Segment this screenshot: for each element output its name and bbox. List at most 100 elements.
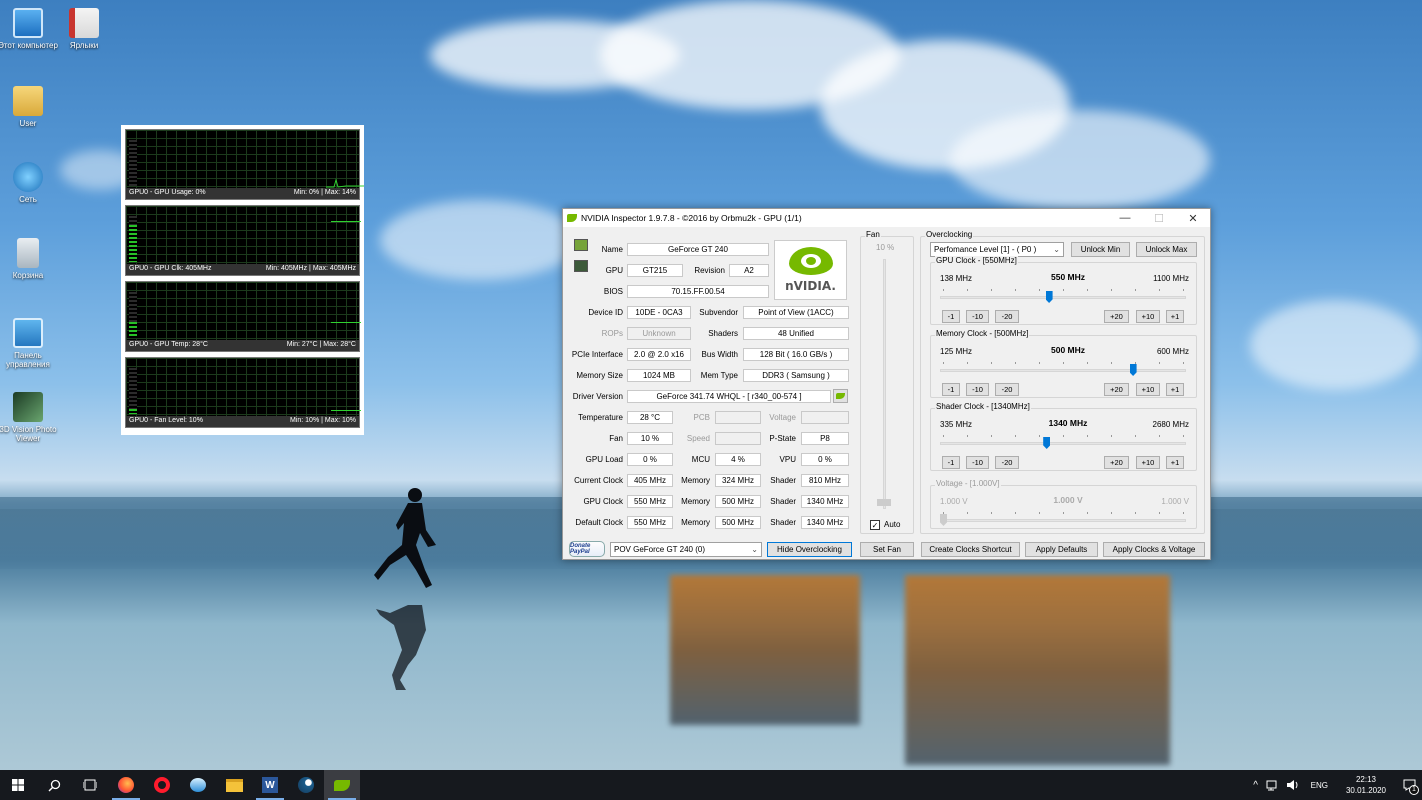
step-button-plus10[interactable]: +10 — [1136, 383, 1160, 396]
step-button-plus10[interactable]: +10 — [1136, 310, 1160, 323]
messenger-taskbar-item[interactable] — [180, 770, 216, 800]
slider-tick — [1183, 362, 1184, 364]
step-button-plus10[interactable]: +10 — [1136, 456, 1160, 469]
network-status-icon[interactable] — [1266, 779, 1280, 791]
apply-defaults-button[interactable]: Apply Defaults — [1025, 542, 1098, 557]
slider-tick — [943, 512, 944, 514]
slider-tick — [1087, 512, 1088, 514]
step-button-minus10[interactable]: -10 — [966, 383, 989, 396]
step-button-minus1[interactable]: -1 — [942, 383, 960, 396]
set-fan-button[interactable]: Set Fan — [860, 542, 914, 557]
sensor-icon[interactable] — [574, 260, 588, 272]
step-button-minus20[interactable]: -20 — [995, 383, 1019, 396]
action-center-button[interactable]: 1 — [1396, 770, 1422, 800]
search-button[interactable] — [36, 770, 72, 800]
bios-field: 70.15.FF.00.54 — [627, 285, 769, 298]
slider-min-label: 125 MHz — [940, 347, 973, 356]
step-button-plus1[interactable]: +1 — [1166, 456, 1184, 469]
title-bar[interactable]: NVIDIA Inspector 1.9.7.8 - ©2016 by Orbm… — [563, 209, 1210, 227]
slider-tick — [943, 362, 944, 364]
default-shader-field: 1340 MHz — [801, 516, 849, 529]
nvidia-inspector-window: NVIDIA Inspector 1.9.7.8 - ©2016 by Orbm… — [562, 208, 1211, 560]
fan-group — [860, 236, 914, 534]
step-button-minus20[interactable]: -20 — [995, 310, 1019, 323]
word-taskbar-item[interactable]: W — [252, 770, 288, 800]
step-button-plus1[interactable]: +1 — [1166, 383, 1184, 396]
pstate-field: P8 — [801, 432, 849, 445]
temperature-field: 28 °C — [627, 411, 673, 424]
slider-tick — [1111, 289, 1112, 291]
slider-value-label: 550 MHz — [1050, 272, 1085, 282]
paypal-donate-button[interactable]: Donate PayPal — [569, 541, 605, 557]
slider-tick — [1183, 435, 1184, 437]
slider-tick — [1111, 512, 1112, 514]
slider-value-label: 1.000 V — [1053, 495, 1083, 505]
step-button-minus10[interactable]: -10 — [966, 456, 989, 469]
desktop-icon-recycle-bin[interactable]: Корзина — [0, 238, 58, 280]
step-button-minus20[interactable]: -20 — [995, 456, 1019, 469]
slider-tick — [1135, 512, 1136, 514]
explorer-taskbar-item[interactable] — [216, 770, 252, 800]
nvidia-inspector-taskbar-item[interactable] — [324, 770, 360, 800]
firefox-taskbar-item[interactable] — [108, 770, 144, 800]
minimize-button[interactable]: — — [1108, 209, 1142, 227]
unlock-min-button[interactable]: Unlock Min — [1071, 242, 1130, 257]
gpu-monitor-gadget: GPU0 - GPU Usage: 0% Min: 0% | Max: 14% G… — [121, 125, 364, 435]
gpu-select[interactable]: POV GeForce GT 240 (0) ⌄ — [610, 542, 762, 557]
nvidia-logo: nVIDIA. — [774, 240, 847, 300]
search-icon — [48, 779, 60, 791]
volume-icon[interactable] — [1286, 779, 1300, 791]
recycle-bin-icon — [17, 238, 39, 268]
step-button-plus20[interactable]: +20 — [1104, 383, 1129, 396]
close-button[interactable]: ✕ — [1176, 209, 1210, 227]
step-button-minus1[interactable]: -1 — [942, 310, 960, 323]
current-memory-field: 324 MHz — [715, 474, 761, 487]
slider-tick — [1111, 435, 1112, 437]
hide-overclocking-button[interactable]: Hide Overclocking — [767, 542, 852, 557]
steam-taskbar-item[interactable] — [288, 770, 324, 800]
start-button[interactable] — [0, 770, 36, 800]
performance-level-select[interactable]: Perfomance Level [1] - ( P0 ) ⌄ — [930, 242, 1064, 257]
mem-type-field: DDR3 ( Samsung ) — [743, 369, 849, 382]
unlock-max-button[interactable]: Unlock Max — [1136, 242, 1197, 257]
fan-slider-thumb[interactable] — [877, 499, 891, 506]
opera-taskbar-item[interactable] — [144, 770, 180, 800]
windows-logo-icon — [12, 779, 24, 791]
word-icon: W — [262, 777, 278, 793]
step-button-plus20[interactable]: +20 — [1104, 456, 1129, 469]
slider-max-label: 1100 MHz — [1153, 274, 1189, 283]
runner-silhouette — [374, 488, 436, 690]
fan-auto-checkbox[interactable]: ✓ — [870, 520, 880, 530]
clock[interactable]: 22:13 30.01.2020 — [1346, 774, 1386, 796]
slider-group-title: Voltage - [1.000V] — [935, 479, 1001, 488]
voltage-field — [801, 411, 849, 424]
slider-tick — [1063, 512, 1064, 514]
step-button-plus1[interactable]: +1 — [1166, 310, 1184, 323]
tray-overflow-icon[interactable]: ^ — [1249, 780, 1263, 791]
step-button-plus20[interactable]: +20 — [1104, 310, 1129, 323]
desktop-icon-control-panel[interactable]: Панель управления — [0, 318, 58, 369]
driver-field: GeForce 341.74 WHQL - [ r340_00-574 ] — [627, 390, 831, 403]
desktop-icon-network[interactable]: Сеть — [0, 162, 58, 204]
fan-value-label: 10 % — [876, 243, 895, 252]
desktop-icon-shortcuts[interactable]: Ярлыки — [54, 8, 114, 50]
create-clocks-shortcut-button[interactable]: Create Clocks Shortcut — [921, 542, 1020, 557]
language-indicator[interactable]: ENG — [1311, 781, 1328, 790]
driver-update-icon[interactable] — [833, 389, 848, 403]
gpu-clock-field: 550 MHz — [627, 495, 673, 508]
shaders-field: 48 Unified — [743, 327, 849, 340]
level-bar — [129, 225, 137, 262]
chevron-down-icon: ⌄ — [751, 545, 758, 554]
apply-clocks-voltage-button[interactable]: Apply Clocks & Voltage — [1103, 542, 1205, 557]
desktop-icon-this-pc[interactable]: Этот компьютер — [0, 8, 58, 50]
step-button-minus10[interactable]: -10 — [966, 310, 989, 323]
export-icon[interactable] — [574, 239, 588, 251]
desktop-icon-3d-vision[interactable]: 3D Vision Photo Viewer — [0, 392, 58, 443]
step-button-minus1[interactable]: -1 — [942, 456, 960, 469]
temp-trace — [331, 322, 361, 323]
desktop-icon-user[interactable]: User — [0, 86, 58, 128]
slider-tick — [1039, 512, 1040, 514]
opera-icon — [154, 777, 170, 793]
task-view-button[interactable] — [72, 770, 108, 800]
slider-tick — [943, 289, 944, 291]
